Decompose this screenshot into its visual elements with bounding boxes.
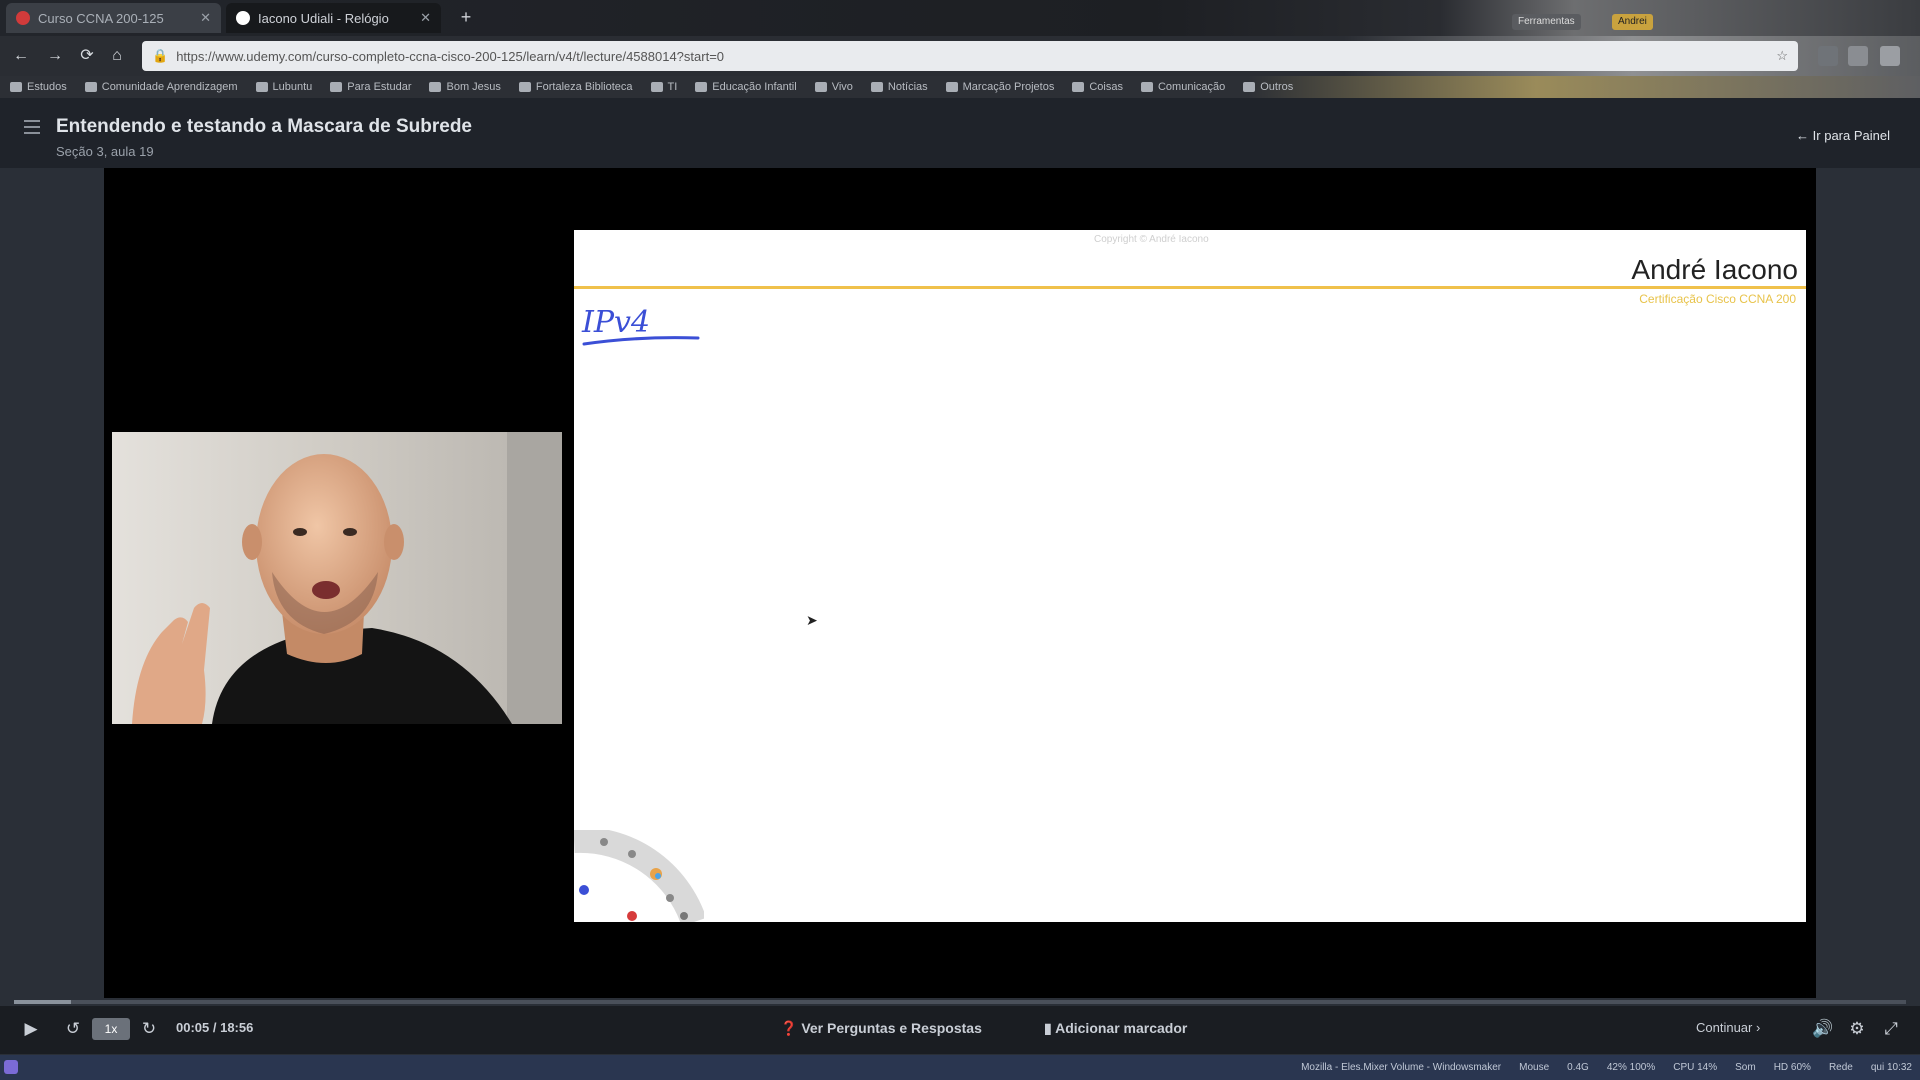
folder-icon — [330, 82, 343, 92]
folder-icon — [1140, 82, 1153, 92]
new-tab-button[interactable]: + — [454, 6, 478, 30]
bookmark-item[interactable]: Educação Infantil — [695, 81, 797, 93]
clock: qui 10:32 — [1870, 1062, 1912, 1073]
playback-speed-button[interactable]: 1x — [92, 1018, 130, 1040]
close-icon[interactable]: ✕ — [200, 10, 211, 26]
tab-title: Curso CCNA 200-125 — [38, 10, 164, 26]
svg-text:IPv4: IPv4 — [581, 305, 650, 340]
taskbar-item[interactable]: Mouse — [1519, 1062, 1549, 1073]
extension-icon[interactable] — [1848, 46, 1868, 66]
address-url: https://www.udemy.com/curso-completo-ccn… — [176, 48, 725, 64]
forward-button[interactable]: → — [44, 45, 66, 67]
time-display: 00:05 / 18:56 — [176, 1020, 254, 1035]
bookmark-item[interactable]: Estudos — [10, 81, 67, 93]
bookmark-item[interactable]: Comunidade Aprendizagem — [84, 81, 238, 93]
browser-toolbar: ← → ⟳ ⌂ 🔒 https://www.udemy.com/curso-co… — [0, 36, 1920, 76]
lecture-subtitle: Seção 3, aula 19 — [56, 144, 154, 159]
menu-icon[interactable] — [1880, 46, 1900, 66]
folder-icon — [429, 82, 442, 92]
tools-button[interactable]: Ferramentas — [1512, 14, 1581, 30]
taskbar-item[interactable]: Rede — [1829, 1062, 1853, 1073]
bookmark-item[interactable]: Lubuntu — [255, 81, 312, 93]
settings-icon[interactable]: ⚙ — [1846, 1018, 1868, 1040]
fullscreen-icon[interactable]: ⤢ — [1880, 1018, 1902, 1040]
browser-tab-active[interactable]: Iacono Udiali - Relógio ✕ — [226, 3, 441, 33]
folder-icon — [650, 82, 663, 92]
lecture-title: Entendendo e testando a Mascara de Subre… — [56, 116, 472, 137]
add-bookmark-button[interactable]: ▮ Adicionar marcador — [1044, 1020, 1187, 1037]
browser-tab-ccna[interactable]: Curso CCNA 200-125 ✕ — [6, 3, 221, 33]
play-icon[interactable]: ▶ — [20, 1018, 42, 1040]
lock-icon: 🔒 — [152, 48, 169, 63]
back-button[interactable]: ← — [10, 45, 32, 67]
tab-favicon-icon — [236, 11, 250, 25]
lecture-header: Entendendo e testando a Mascara de Subre… — [0, 98, 1920, 168]
folder-icon — [945, 82, 958, 92]
presentation-slide: Copyright © André Iacono André Iacono Ce… — [574, 230, 1806, 922]
slide-author: André Iacono — [1631, 254, 1798, 285]
tab-title: Iacono Udiali - Relógio — [258, 10, 389, 26]
folder-icon — [695, 82, 708, 92]
taskbar-item[interactable]: 42% 100% — [1607, 1062, 1655, 1073]
slide-divider — [574, 286, 1806, 289]
mouse-cursor-icon: ➤ — [806, 612, 818, 628]
extension-icon[interactable] — [1818, 46, 1838, 66]
folder-icon — [84, 82, 97, 92]
folder-icon — [10, 82, 22, 92]
bookmark-item[interactable]: Notícias — [870, 81, 928, 93]
folder-icon — [1243, 82, 1256, 92]
handwritten-annotation: IPv4 — [580, 300, 700, 350]
tab-favicon-icon — [16, 11, 30, 25]
folder-icon — [1072, 82, 1085, 92]
bookmark-item[interactable]: Marcação Projetos — [945, 81, 1054, 93]
close-icon[interactable]: ✕ — [420, 10, 431, 26]
volume-icon[interactable]: 🔊 — [1812, 1018, 1834, 1040]
bookmark-item[interactable]: Vivo — [814, 81, 853, 93]
folder-icon — [255, 82, 268, 92]
bookmark-item[interactable]: Outros — [1243, 81, 1293, 93]
questions-button[interactable]: ❓ Ver Perguntas e Respostas — [780, 1020, 982, 1037]
app-launcher-icon[interactable] — [4, 1060, 18, 1074]
rewind-icon[interactable]: ↺ — [62, 1018, 84, 1040]
bookmark-item[interactable]: TI — [650, 81, 677, 93]
screen: Curso CCNA 200-125 ✕ Iacono Udiali - Rel… — [0, 0, 1920, 1080]
seek-progress — [14, 1000, 71, 1004]
bookmarks-bar: Estudos Comunidade Aprendizagem Lubuntu … — [0, 76, 1920, 98]
taskbar-item[interactable]: 0.4G — [1567, 1062, 1589, 1073]
bookmark-item[interactable]: Bom Jesus — [429, 81, 501, 93]
folder-icon — [814, 82, 827, 92]
player-controls: ▶ ↺ 1x ↻ 00:05 / 18:56 ❓ Ver Perguntas e… — [0, 1006, 1920, 1054]
bookmark-icon: ▮ — [1044, 1020, 1052, 1036]
video-player: Entendendo e testando a Mascara de Subre… — [0, 98, 1920, 1055]
back-to-dashboard-link[interactable]: ← Ir para Painel — [1796, 128, 1890, 143]
question-icon: ❓ — [780, 1020, 798, 1036]
bookmark-item[interactable]: Fortaleza Biblioteca — [518, 81, 633, 93]
reload-button[interactable]: ⟳ — [76, 45, 98, 67]
bookmark-star-icon[interactable]: ☆ — [1776, 48, 1788, 64]
taskbar-item[interactable]: HD 60% — [1774, 1062, 1811, 1073]
browser-tabbar: Curso CCNA 200-125 ✕ Iacono Udiali - Rel… — [0, 0, 1920, 36]
folder-icon — [870, 82, 883, 92]
taskbar-item[interactable]: Mozilla - Eles.Mixer Volume - Windowsmak… — [1301, 1062, 1501, 1073]
bookmark-item[interactable]: Para Estudar — [330, 81, 411, 93]
slide-header-text: Copyright © André Iacono — [1094, 234, 1209, 245]
bookmark-item[interactable]: Coisas — [1072, 81, 1123, 93]
bookmark-item[interactable]: Comunicação — [1140, 81, 1225, 93]
drawing-tool-wheel[interactable] — [574, 826, 707, 922]
taskbar-item[interactable]: Som — [1735, 1062, 1756, 1073]
instructor-webcam — [112, 432, 562, 724]
forward-icon[interactable]: ↻ — [138, 1018, 160, 1040]
slide-certification: Certificação Cisco CCNA 200 — [1639, 292, 1796, 306]
hamburger-menu-icon[interactable] — [24, 120, 40, 134]
taskbar-item[interactable]: CPU 14% — [1673, 1062, 1717, 1073]
folder-icon — [518, 82, 531, 92]
system-taskbar: Mozilla - Eles.Mixer Volume - Windowsmak… — [0, 1055, 1920, 1080]
profile-button[interactable]: Andrei — [1612, 14, 1653, 30]
seek-bar[interactable] — [14, 1000, 1906, 1004]
continue-button[interactable]: Continuar › — [1696, 1020, 1760, 1035]
address-bar[interactable]: 🔒 https://www.udemy.com/curso-completo-c… — [142, 41, 1798, 71]
home-button[interactable]: ⌂ — [106, 45, 128, 67]
